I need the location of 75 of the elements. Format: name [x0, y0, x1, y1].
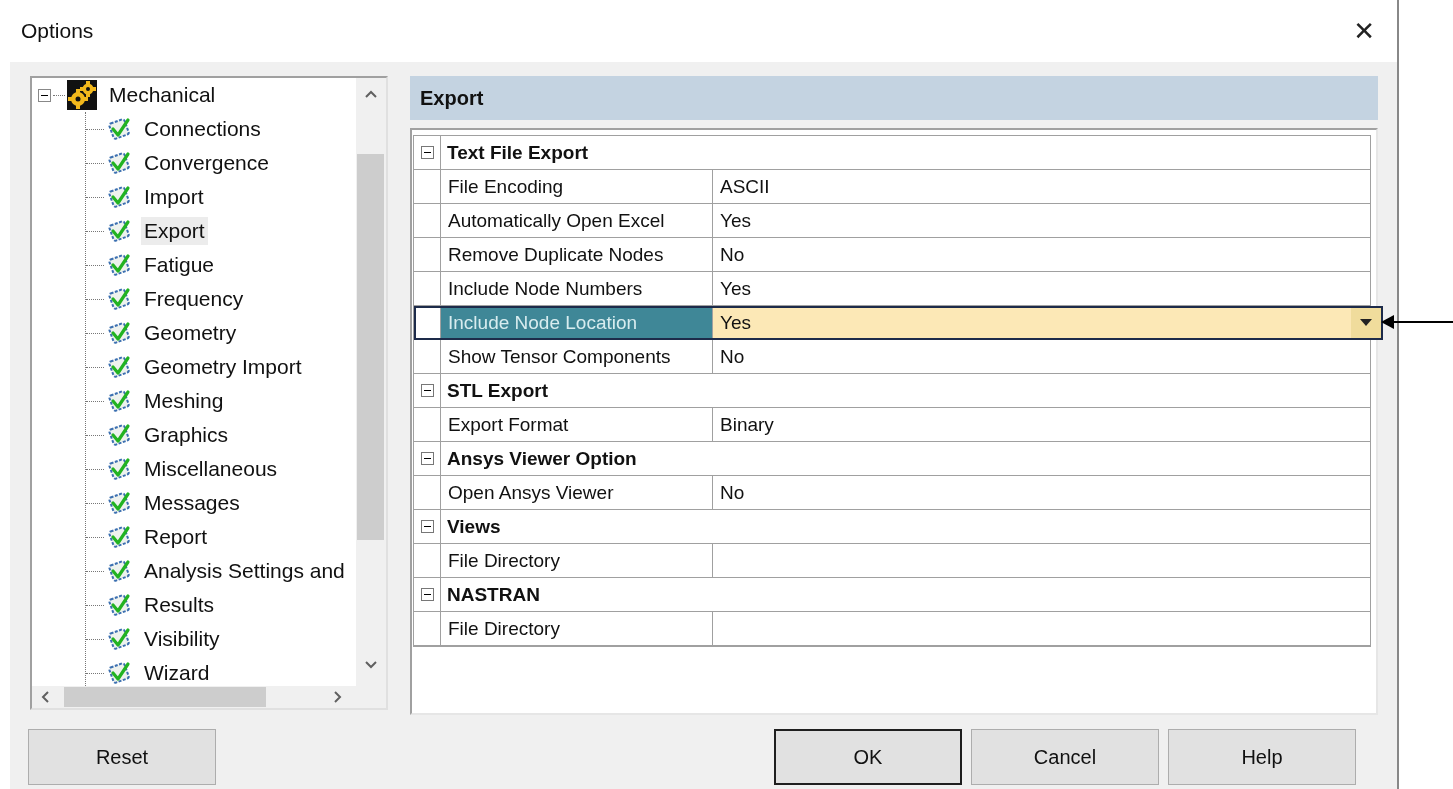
property-name: Include Node Location — [441, 306, 713, 339]
property-value: Binary — [720, 413, 774, 436]
close-button[interactable]: ✕ — [1349, 16, 1379, 46]
scroll-left-icon[interactable] — [41, 691, 49, 703]
caret-down-icon — [1360, 319, 1372, 326]
dialog-button[interactable]: Help — [1168, 729, 1356, 785]
property-row[interactable]: File Directory — [414, 612, 1371, 646]
tree-item[interactable]: Meshing — [141, 387, 227, 415]
panel-header: Export — [410, 76, 1378, 120]
category-label: NASTRAN — [441, 578, 1371, 611]
property-row[interactable]: Export Format Binary — [414, 408, 1371, 442]
property-value: No — [720, 243, 745, 266]
tree-item[interactable]: Geometry — [141, 319, 240, 347]
collapse-icon[interactable] — [420, 146, 434, 159]
property-value: ASCII — [720, 175, 770, 198]
tree-item[interactable]: Geometry Import — [141, 353, 305, 381]
property-name: Remove Duplicate Nodes — [441, 238, 713, 271]
tree-item[interactable]: Messages — [141, 489, 243, 517]
dialog-button[interactable]: OK — [774, 729, 962, 785]
collapse-icon[interactable] — [420, 452, 434, 465]
property-name: Include Node Numbers — [441, 272, 713, 305]
property-name: File Encoding — [441, 170, 713, 203]
collapse-icon[interactable] — [420, 384, 434, 397]
property-name: Show Tensor Components — [441, 340, 713, 373]
tree-item[interactable]: Connections — [141, 115, 264, 143]
tree-item[interactable]: Results — [141, 591, 218, 619]
tree-item[interactable]: Frequency — [141, 285, 247, 313]
tree-item[interactable]: Fatigue — [141, 251, 218, 279]
tree-item[interactable]: Mechanical — [106, 81, 219, 109]
category-label: Text File Export — [441, 136, 1371, 169]
property-name: Open Ansys Viewer — [441, 476, 713, 509]
property-value: Yes — [720, 311, 751, 334]
property-name: Export Format — [441, 408, 713, 441]
collapse-icon[interactable] — [420, 588, 434, 601]
property-row[interactable]: Remove Duplicate Nodes No — [414, 238, 1371, 272]
scroll-up-icon[interactable] — [365, 90, 377, 98]
category-label: Views — [441, 510, 1371, 543]
tree-item[interactable]: Wizard — [141, 659, 213, 686]
property-row[interactable]: File Directory — [414, 544, 1371, 578]
property-value: No — [720, 481, 745, 504]
window-title: Options — [21, 19, 94, 43]
tree-item[interactable]: Analysis Settings and — [141, 557, 348, 585]
collapse-icon[interactable] — [420, 520, 434, 533]
pointer-arrow — [1381, 314, 1453, 330]
tree-item[interactable]: Visibility — [141, 625, 223, 653]
tree-item[interactable]: Miscellaneous — [141, 455, 281, 483]
property-name: File Directory — [441, 612, 713, 645]
horizontal-scrollbar[interactable] — [32, 686, 386, 708]
property-row[interactable]: Automatically Open Excel Yes — [414, 204, 1371, 238]
tree-item[interactable]: Import — [141, 183, 207, 211]
scrollbar-thumb[interactable] — [64, 687, 266, 707]
dropdown-button[interactable] — [1351, 307, 1381, 338]
property-row[interactable]: Open Ansys Viewer No — [414, 476, 1371, 510]
property-value: Yes — [720, 277, 751, 300]
property-row[interactable]: Show Tensor Components No — [414, 340, 1371, 374]
tree-item[interactable]: Graphics — [141, 421, 232, 449]
property-name: File Directory — [441, 544, 713, 577]
property-value: Yes — [720, 209, 751, 232]
scroll-down-icon[interactable] — [365, 661, 377, 669]
category-label: Ansys Viewer Option — [441, 442, 1371, 475]
property-value: No — [720, 345, 745, 368]
property-name: Automatically Open Excel — [441, 204, 713, 237]
scroll-right-icon[interactable] — [334, 691, 342, 703]
scrollbar-thumb[interactable] — [357, 154, 384, 540]
tree-item[interactable]: Report — [141, 523, 211, 551]
dialog-button[interactable]: Reset — [28, 729, 216, 785]
collapse-icon[interactable] — [38, 88, 51, 102]
tree-item[interactable]: Convergence — [141, 149, 272, 177]
dialog-button[interactable]: Cancel — [971, 729, 1159, 785]
property-row[interactable]: Include Node Numbers Yes — [414, 272, 1371, 306]
tree-item[interactable]: Export — [141, 217, 208, 245]
vertical-scrollbar[interactable] — [356, 78, 386, 686]
gears-icon — [67, 80, 97, 110]
property-row[interactable]: File Encoding ASCII — [414, 170, 1371, 204]
category-label: STL Export — [441, 374, 1371, 407]
